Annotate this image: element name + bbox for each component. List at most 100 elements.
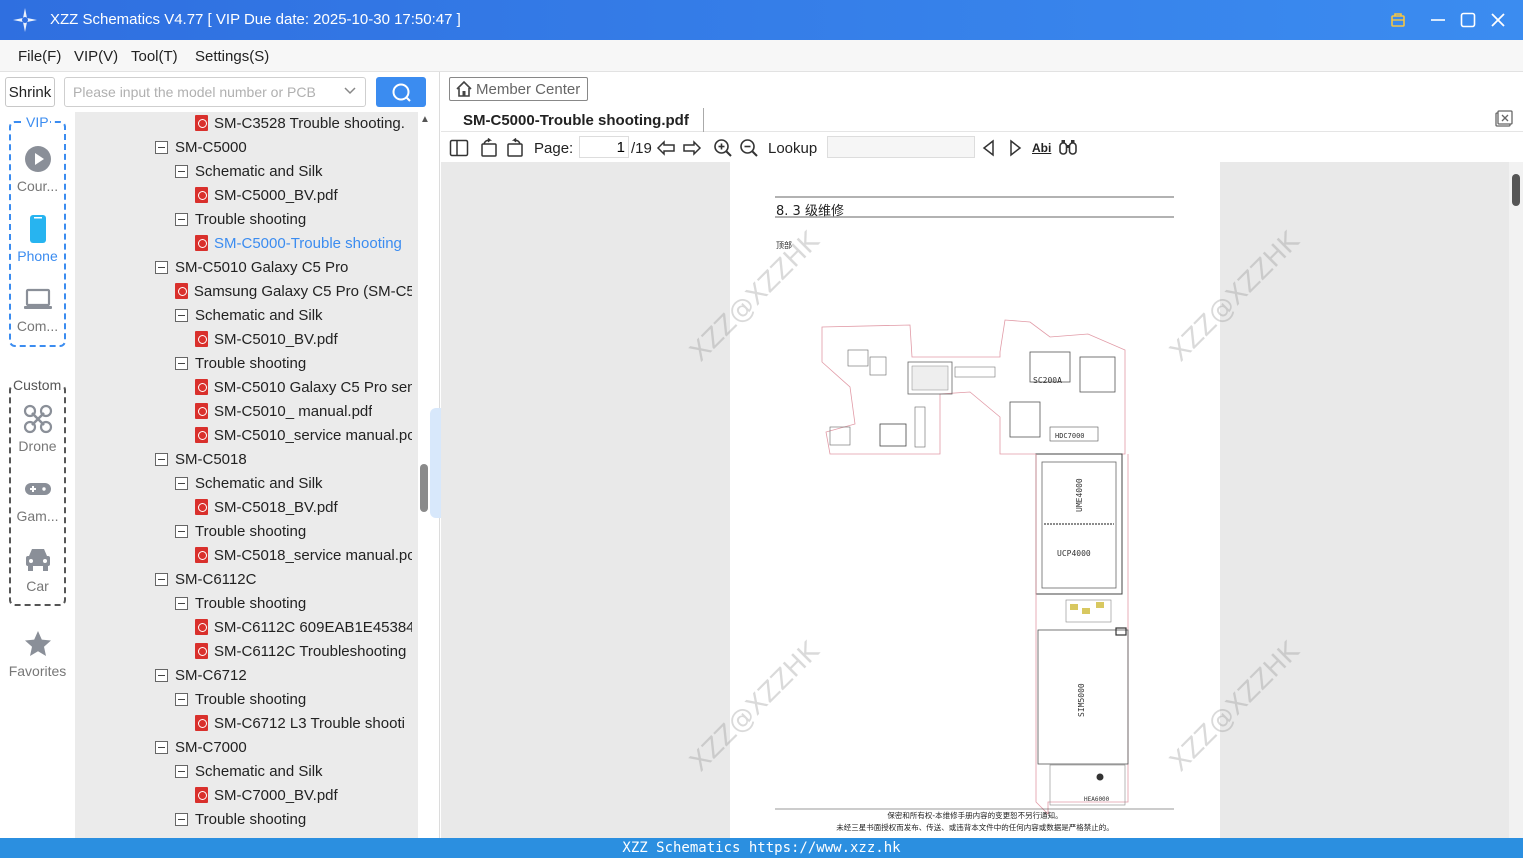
- tab-document[interactable]: SM-C5000-Trouble shooting.pdf: [449, 108, 704, 132]
- collapse-icon[interactable]: [155, 260, 168, 274]
- pdf-file-icon: [195, 643, 208, 659]
- viewer-scrollbar[interactable]: [1509, 162, 1523, 838]
- menu-file[interactable]: File(F): [18, 48, 61, 65]
- tree-pdf-item[interactable]: SM-C7000_BV.pdf: [195, 783, 412, 807]
- collapse-icon[interactable]: [175, 812, 188, 826]
- menu-settings[interactable]: Settings(S): [195, 48, 269, 65]
- pdf-viewer[interactable]: HDC7000 SC200A UME4000 UCP4000 SIM5000 H…: [441, 162, 1523, 838]
- collapse-icon[interactable]: [175, 212, 188, 226]
- collapse-icon[interactable]: [175, 164, 188, 178]
- rotate-right-icon[interactable]: [505, 138, 525, 158]
- label-sim5000: SIM5000: [1077, 683, 1086, 717]
- collapse-icon[interactable]: [155, 740, 168, 754]
- collapse-icon[interactable]: [155, 452, 168, 466]
- collapse-icon[interactable]: [155, 668, 168, 682]
- sidebar-toggle-icon[interactable]: [449, 138, 469, 158]
- category-computer[interactable]: Com...: [0, 284, 75, 334]
- tree-item-label: SM-C6112C Troubleshooting: [214, 642, 407, 660]
- collapse-icon[interactable]: [175, 596, 188, 610]
- tree-item-label: SM-C6712 L3 Trouble shooti: [214, 714, 405, 732]
- laptop-icon: [23, 288, 52, 309]
- tree-folder-item[interactable]: Schematic and Silk: [175, 759, 412, 783]
- tree-pdf-item[interactable]: SM-C5000-Trouble shooting: [195, 231, 412, 255]
- category-favorites[interactable]: Favorites: [0, 629, 75, 679]
- tree-pdf-item[interactable]: Samsung Galaxy C5 Pro (SM-C5: [175, 279, 412, 303]
- pdf-file-icon: [195, 187, 208, 203]
- tree-pdf-item[interactable]: SM-C6112C 609EAB1E45384: [195, 615, 412, 639]
- tree-pdf-item[interactable]: SM-C5010 Galaxy C5 Pro sen: [195, 375, 412, 399]
- model-search-input[interactable]: [65, 78, 335, 106]
- close-tab-icon[interactable]: [1495, 110, 1513, 128]
- next-page-icon[interactable]: [682, 138, 702, 158]
- pdf-file-icon: [195, 427, 208, 443]
- category-phone[interactable]: Phone: [0, 214, 75, 264]
- close-button[interactable]: [1487, 9, 1509, 31]
- tree-pdf-item[interactable]: SM-C5010_ manual.pdf: [195, 399, 412, 423]
- tree-pdf-item[interactable]: SM-C3528 Trouble shooting.: [195, 112, 412, 135]
- tree-folder-item[interactable]: SM-C7000: [155, 735, 412, 759]
- menu-tool[interactable]: Tool(T): [131, 48, 178, 65]
- tree-scrollbar-thumb[interactable]: [420, 464, 428, 512]
- category-game[interactable]: Gam...: [0, 474, 75, 524]
- tree-pdf-item[interactable]: SM-C5000_BV.pdf: [195, 183, 412, 207]
- tree-scrollbar[interactable]: ▲: [418, 112, 430, 838]
- tree-folder-item[interactable]: SM-C5018: [155, 447, 412, 471]
- collapse-icon[interactable]: [175, 764, 188, 778]
- shrink-button[interactable]: Shrink: [5, 77, 55, 107]
- tree-folder-item[interactable]: Trouble shooting: [175, 519, 412, 543]
- collapse-icon[interactable]: [155, 140, 168, 154]
- menu-vip[interactable]: VIP(V): [74, 48, 118, 65]
- vip-bag-icon[interactable]: [1387, 9, 1409, 31]
- match-case-button[interactable]: Abi: [1032, 138, 1051, 158]
- collapse-panel-handle[interactable]: [430, 408, 441, 518]
- find-next-icon[interactable]: [1006, 138, 1024, 158]
- tree-folder-item[interactable]: Schematic and Silk: [175, 159, 412, 183]
- chevron-down-icon[interactable]: [343, 84, 357, 98]
- rotate-left-icon[interactable]: [479, 138, 499, 158]
- tree-item-label: SM-C3528 Trouble shooting.: [214, 114, 405, 132]
- tree-folder-item[interactable]: SM-C5010 Galaxy C5 Pro: [155, 255, 412, 279]
- tree-folder-item[interactable]: Trouble shooting: [175, 591, 412, 615]
- tree-folder-item[interactable]: Schematic and Silk: [175, 471, 412, 495]
- lookup-input[interactable]: [827, 136, 975, 158]
- tree-pdf-item[interactable]: SM-C5010_BV.pdf: [195, 327, 412, 351]
- binoculars-icon[interactable]: [1058, 138, 1078, 158]
- zoom-out-icon[interactable]: [739, 138, 759, 158]
- category-drone[interactable]: Drone: [0, 404, 75, 454]
- tree-pdf-item[interactable]: SM-C5010_service manual.pc: [195, 423, 412, 447]
- tree-pdf-item[interactable]: SM-C6712 L3 Trouble shooti: [195, 711, 412, 735]
- page-label: Page:: [534, 139, 574, 157]
- tree-folder-item[interactable]: SM-C6112C: [155, 567, 412, 591]
- collapse-icon[interactable]: [155, 572, 168, 586]
- member-center-button[interactable]: Member Center: [449, 77, 588, 101]
- minimize-button[interactable]: [1427, 9, 1449, 31]
- tree-folder-item[interactable]: Trouble shooting: [175, 207, 412, 231]
- collapse-icon[interactable]: [175, 524, 188, 538]
- tree-folder-item[interactable]: Trouble shooting: [175, 687, 412, 711]
- collapse-icon[interactable]: [175, 308, 188, 322]
- model-search-box[interactable]: [64, 77, 366, 107]
- search-button[interactable]: [376, 77, 426, 107]
- collapse-icon[interactable]: [175, 692, 188, 706]
- zoom-in-icon[interactable]: [713, 138, 733, 158]
- tree-pdf-item[interactable]: SM-C6112C Troubleshooting: [195, 639, 412, 663]
- viewer-scrollbar-thumb[interactable]: [1512, 174, 1520, 206]
- tree-folder-item[interactable]: Trouble shooting: [175, 351, 412, 375]
- category-car[interactable]: Car: [0, 544, 75, 594]
- viewer-toolbar: Page: /19 Lookup Abi: [441, 134, 1523, 162]
- tree-item-label: Trouble shooting: [195, 354, 307, 372]
- collapse-icon[interactable]: [175, 476, 188, 490]
- tree-folder-item[interactable]: SM-C6712: [155, 663, 412, 687]
- collapse-icon[interactable]: [175, 356, 188, 370]
- tree-folder-item[interactable]: Schematic and Silk: [175, 303, 412, 327]
- tree-pdf-item[interactable]: SM-C5018_BV.pdf: [195, 495, 412, 519]
- find-previous-icon[interactable]: [980, 138, 998, 158]
- maximize-button[interactable]: [1457, 9, 1479, 31]
- previous-page-icon[interactable]: [656, 138, 676, 158]
- page-number-input[interactable]: [579, 136, 629, 158]
- category-courses[interactable]: Cour...: [0, 144, 75, 194]
- tree-folder-item[interactable]: Trouble shooting: [175, 807, 412, 831]
- tree-folder-item[interactable]: SM-C5000: [155, 135, 412, 159]
- scroll-up-icon[interactable]: ▲: [420, 114, 430, 125]
- tree-pdf-item[interactable]: SM-C5018_service manual.pc: [195, 543, 412, 567]
